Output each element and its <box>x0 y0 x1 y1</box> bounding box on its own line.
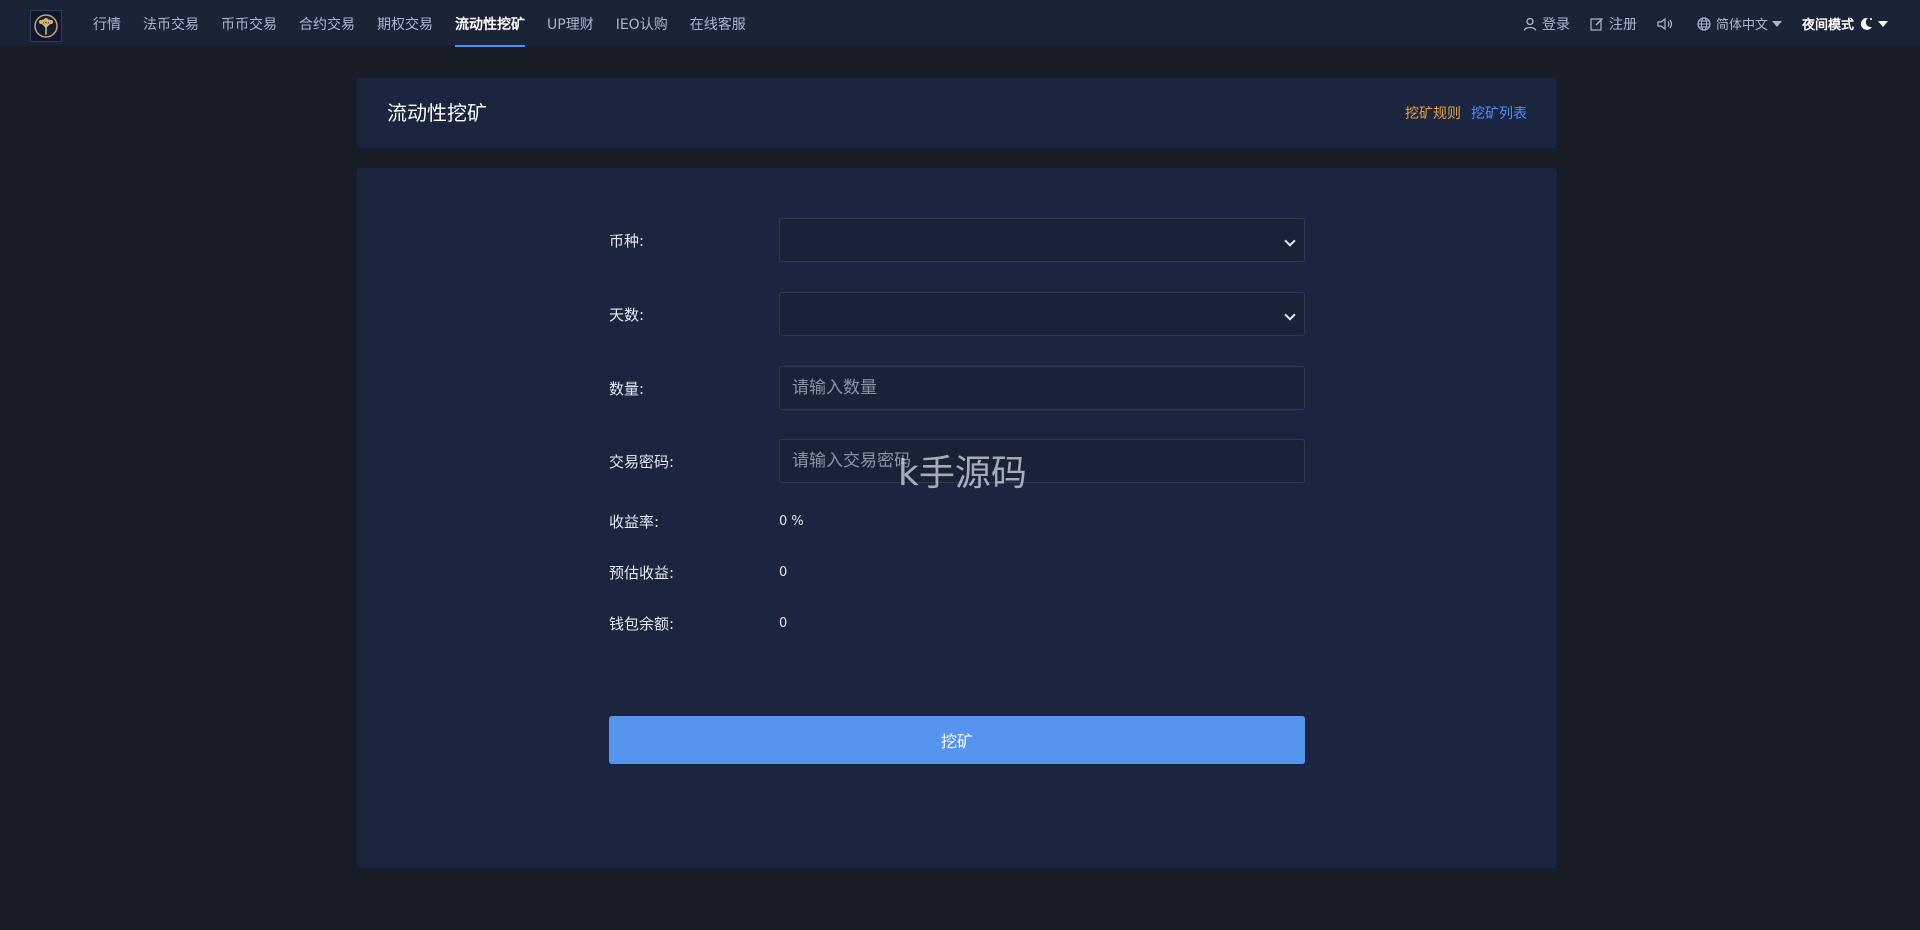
page-header: 流动性挖矿 挖矿规则 挖矿列表 <box>357 78 1557 148</box>
trade-password-input[interactable] <box>779 439 1305 483</box>
wallet-balance-label: 钱包余额: <box>609 614 675 633</box>
chevron-down-icon <box>1878 20 1888 27</box>
amount-label: 数量: <box>609 379 645 398</box>
estimated-income-label: 预估收益: <box>609 563 675 582</box>
nav-item-up-finance[interactable]: UP理财 <box>547 0 594 47</box>
login-label: 登录 <box>1541 16 1570 33</box>
days-label: 天数: <box>609 305 645 324</box>
password-label: 交易密码: <box>609 452 675 471</box>
currency-select[interactable] <box>779 218 1305 262</box>
nav-item-ieo[interactable]: IEO认购 <box>616 0 668 47</box>
currency-label: 币种: <box>609 231 645 250</box>
estimated-income-value: 0 <box>779 564 788 580</box>
night-mode-toggle[interactable]: 夜间模式 <box>1802 14 1888 33</box>
mining-list-link[interactable]: 挖矿列表 <box>1471 103 1527 123</box>
register-label: 注册 <box>1608 16 1637 33</box>
globe-icon <box>1697 16 1711 31</box>
yield-row: 收益率: 0 % <box>609 510 1305 532</box>
edit-icon <box>1590 17 1603 31</box>
password-row: 交易密码: <box>609 439 1305 483</box>
nav-item-spot-trade[interactable]: 币币交易 <box>221 0 277 47</box>
login-button[interactable]: 登录 <box>1523 14 1570 34</box>
nav-item-liquidity-mining[interactable]: 流动性挖矿 <box>455 0 525 47</box>
moon-icon <box>1860 17 1872 30</box>
nav-item-options-trade[interactable]: 期权交易 <box>377 0 433 47</box>
language-label: 简体中文 <box>1715 18 1768 33</box>
balance-row: 钱包余额: 0 <box>609 612 1305 634</box>
user-icon <box>1523 17 1537 31</box>
nav-item-contract-trade[interactable]: 合约交易 <box>299 0 355 47</box>
sound-toggle[interactable] <box>1657 17 1679 31</box>
speaker-icon <box>1657 17 1673 30</box>
mining-form: 币种: 天数: 数量: 交易密码: 收益率: 0 % 预估收益: 0 钱包余额:… <box>357 168 1557 868</box>
register-button[interactable]: 注册 <box>1590 14 1637 34</box>
days-select[interactable] <box>779 292 1305 336</box>
nav-item-market[interactable]: 行情 <box>93 0 121 47</box>
nav-item-online-support[interactable]: 在线客服 <box>690 0 746 47</box>
main-nav: 行情 法币交易 币币交易 合约交易 期权交易 流动性挖矿 UP理财 IEO认购 … <box>82 0 757 47</box>
nav-item-fiat-trade[interactable]: 法币交易 <box>143 0 199 47</box>
mining-rules-link[interactable]: 挖矿规则 <box>1405 103 1461 123</box>
yield-label: 收益率: <box>609 512 660 531</box>
header-links: 挖矿规则 挖矿列表 <box>1395 78 1527 148</box>
nav-right: 登录 注册 简体中文 夜间模式 <box>1503 0 1888 47</box>
amount-input[interactable] <box>779 366 1305 410</box>
currency-row: 币种: <box>609 218 1305 262</box>
days-row: 天数: <box>609 292 1305 336</box>
tree-logo-icon <box>34 14 58 38</box>
language-selector[interactable]: 简体中文 <box>1697 14 1782 33</box>
amount-row: 数量: <box>609 366 1305 410</box>
night-mode-label: 夜间模式 <box>1801 18 1854 33</box>
yield-value: 0 % <box>779 513 804 529</box>
top-navbar: 行情 法币交易 币币交易 合约交易 期权交易 流动性挖矿 UP理财 IEO认购 … <box>0 0 1920 47</box>
chevron-down-icon <box>1771 20 1782 27</box>
logo[interactable] <box>30 10 62 42</box>
page-title: 流动性挖矿 <box>387 101 487 125</box>
mine-button[interactable]: 挖矿 <box>609 716 1305 764</box>
estimated-row: 预估收益: 0 <box>609 561 1305 583</box>
wallet-balance-value: 0 <box>779 615 788 631</box>
